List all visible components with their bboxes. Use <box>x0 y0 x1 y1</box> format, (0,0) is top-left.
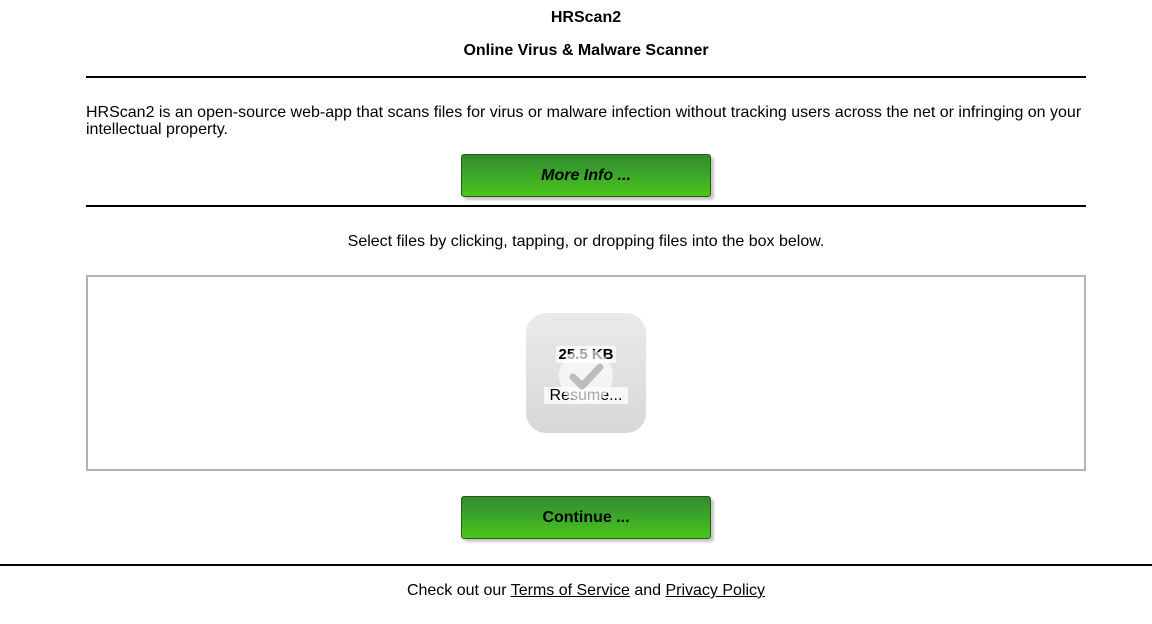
footer-divider <box>0 564 1152 566</box>
continue-button[interactable]: Continue ... <box>461 496 711 539</box>
header-divider <box>86 76 1086 78</box>
section-divider <box>86 205 1086 207</box>
more-info-button[interactable]: More Info ... <box>461 154 711 197</box>
privacy-policy-link[interactable]: Privacy Policy <box>665 582 765 599</box>
footer-conjunction: and <box>634 582 662 599</box>
app-subtitle: Online Virus & Malware Scanner <box>463 42 709 59</box>
footer: Check out our Terms of Service and Priva… <box>0 582 1152 600</box>
file-dropzone[interactable]: 25.5 KB Resume... <box>86 275 1086 471</box>
file-preview-tile[interactable]: 25.5 KB Resume... <box>526 313 646 433</box>
upload-instructions: Select files by clicking, tapping, or dr… <box>347 233 825 250</box>
intro-text: HRScan2 is an open-source web-app that s… <box>86 104 1082 138</box>
app-title: HRScan2 <box>550 9 622 26</box>
terms-of-service-link[interactable]: Terms of Service <box>511 582 630 599</box>
check-icon <box>559 349 613 403</box>
footer-prefix: Check out our <box>406 582 507 599</box>
